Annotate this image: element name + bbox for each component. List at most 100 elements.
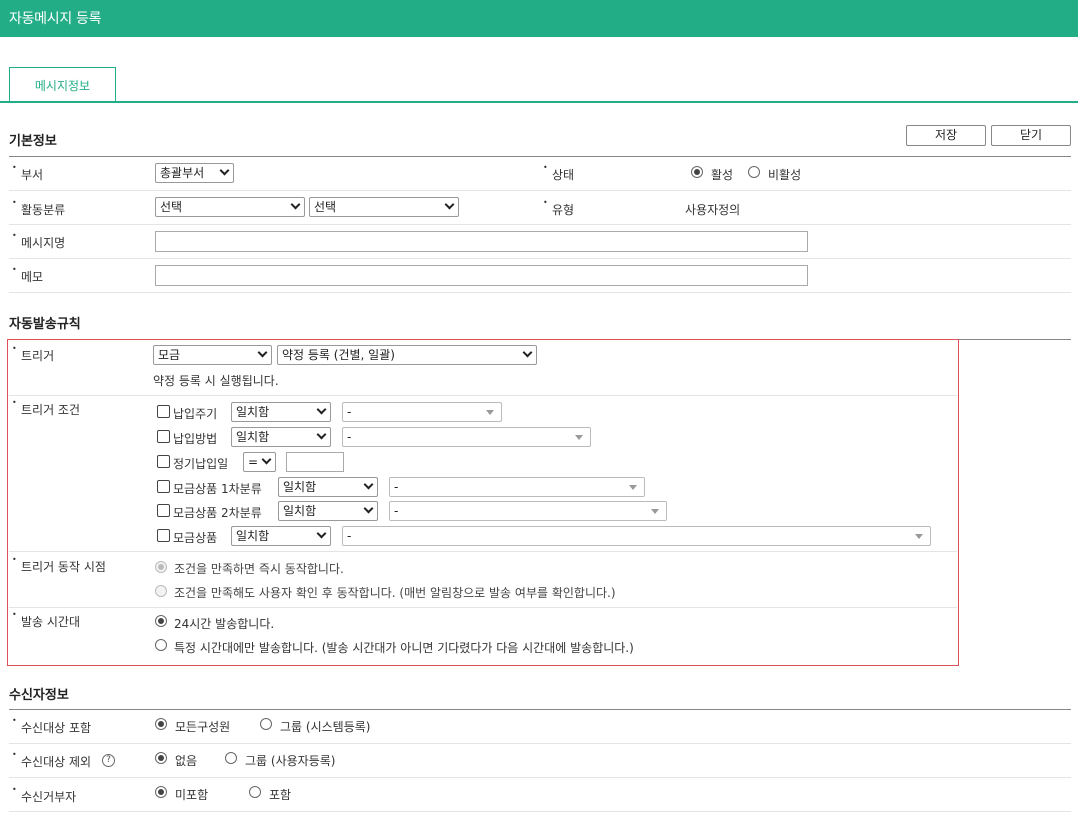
- exclude-label: 수신대상 제외: [12, 750, 91, 770]
- hours-specific-label: 특정 시간대에만 발송합니다. (발송 시간대가 아니면 기다렸다가 다음 시간…: [174, 641, 634, 655]
- section-title-basic: 기본정보: [9, 134, 57, 149]
- chevron-down-icon: [257, 347, 268, 358]
- category-select-1[interactable]: 선택: [155, 197, 305, 217]
- section-title-rules: 자동발송규칙: [9, 317, 81, 332]
- reject-exclude-radio[interactable]: [155, 786, 167, 798]
- window-title-bar: 자동메시지 등록: [0, 0, 1078, 37]
- chevron-down-icon: [522, 347, 533, 358]
- condition-op-select[interactable]: 일치함: [278, 477, 378, 497]
- dept-select[interactable]: 총괄부서: [155, 163, 234, 183]
- condition-label-text: 정기납입일: [173, 457, 229, 471]
- hours-24-radio[interactable]: [155, 615, 167, 627]
- row-divider: [9, 258, 1071, 259]
- trigger-group-select[interactable]: 모금: [153, 345, 272, 365]
- chevron-down-icon: [261, 454, 272, 465]
- reject-label: 수신거부자: [12, 785, 76, 805]
- chevron-down-icon: [444, 199, 455, 210]
- payment-day-input[interactable]: [286, 452, 344, 472]
- condition-op-select[interactable]: 일치함: [231, 427, 331, 447]
- condition-checkbox[interactable]: [157, 405, 170, 418]
- row-divider: [9, 811, 1071, 812]
- triangle-down-icon: [915, 534, 923, 539]
- include-group-radio[interactable]: [260, 718, 272, 730]
- timing-confirm-radio[interactable]: [155, 585, 167, 597]
- type-label: 유형: [543, 198, 574, 218]
- include-all-label: 모든구성원: [175, 720, 231, 734]
- condition-checkbox[interactable]: [157, 504, 170, 517]
- include-all-radio[interactable]: [155, 718, 167, 730]
- row-divider: [9, 607, 957, 608]
- memo-label: 메모: [12, 265, 43, 285]
- condition-checkbox[interactable]: [157, 455, 170, 468]
- triangle-down-icon: [486, 410, 494, 415]
- save-button[interactable]: 저장: [906, 125, 986, 146]
- trigger-event-value: 약정 등록 (건별, 일괄): [282, 348, 395, 362]
- memo-input[interactable]: [155, 265, 808, 286]
- type-value: 사용자정의: [685, 203, 741, 217]
- condition-op-select[interactable]: 일치함: [278, 501, 378, 521]
- tab-message-info[interactable]: 메시지정보: [9, 67, 116, 102]
- status-active-radio[interactable]: [691, 166, 703, 178]
- row-divider: [9, 395, 957, 396]
- name-input[interactable]: [155, 231, 808, 252]
- chevron-down-icon: [316, 429, 327, 440]
- close-button[interactable]: 닫기: [991, 125, 1071, 146]
- row-divider: [9, 190, 1071, 191]
- hours-specific-radio[interactable]: [155, 639, 167, 651]
- row-divider: [9, 224, 1071, 225]
- chevron-down-icon: [316, 528, 327, 539]
- condition-value-text: -: [394, 480, 399, 494]
- exclude-none-label: 없음: [175, 754, 198, 768]
- condition-op-select[interactable]: 일치함: [231, 402, 331, 422]
- trigger-group-value: 모금: [158, 348, 181, 362]
- chevron-down-icon: [363, 479, 374, 490]
- exclude-group-label: 그룹 (사용자등록): [245, 754, 336, 768]
- timing-immediate-label: 조건을 만족하면 즉시 동작합니다.: [174, 562, 344, 576]
- include-group-label: 그룹 (시스템등록): [280, 720, 371, 734]
- exclude-group-radio[interactable]: [225, 752, 237, 764]
- status-inactive-radio[interactable]: [748, 166, 760, 178]
- reject-include-radio[interactable]: [249, 786, 261, 798]
- condition-value-select[interactable]: -: [342, 526, 931, 546]
- condition-op-value: 일치함: [236, 430, 270, 444]
- help-icon[interactable]: ?: [102, 754, 115, 767]
- condition-op-value: 일치함: [236, 529, 270, 543]
- section-divider: [9, 156, 1071, 157]
- condition-label-text: 납입방법: [173, 432, 218, 446]
- timing-immediate-radio[interactable]: [155, 561, 167, 573]
- reject-exclude-label: 미포함: [175, 788, 209, 802]
- status-active-label: 활성: [711, 168, 734, 182]
- trigger-event-select[interactable]: 약정 등록 (건별, 일괄): [277, 345, 537, 365]
- chevron-down-icon: [316, 404, 327, 415]
- condition-op-value: 일치함: [236, 405, 270, 419]
- category-label: 활동분류: [12, 198, 65, 218]
- condition-label: 트리거 조건: [12, 398, 80, 418]
- condition-op-select[interactable]: 일치함: [231, 526, 331, 546]
- condition-value-select[interactable]: -: [342, 402, 502, 422]
- status-inactive-label: 비활성: [768, 168, 802, 182]
- condition-checkbox[interactable]: [157, 480, 170, 493]
- condition-value-select[interactable]: -: [389, 477, 645, 497]
- condition-value-select[interactable]: -: [342, 427, 591, 447]
- status-label: 상태: [543, 163, 574, 183]
- condition-checkbox[interactable]: [157, 430, 170, 443]
- category-select-2[interactable]: 선택: [309, 197, 459, 217]
- dept-select-value: 총괄부서: [160, 166, 205, 180]
- row-divider: [9, 743, 1071, 744]
- trigger-label: 트리거: [12, 344, 54, 364]
- row-divider: [9, 292, 1071, 293]
- condition-op-value: 일치함: [283, 504, 317, 518]
- condition-value-select[interactable]: -: [389, 501, 667, 521]
- exclude-none-radio[interactable]: [155, 752, 167, 764]
- triangle-down-icon: [575, 435, 583, 440]
- window-title: 자동메시지 등록: [9, 11, 102, 27]
- condition-op-select[interactable]: =: [243, 452, 276, 472]
- section-title-recipients: 수신자정보: [9, 688, 69, 703]
- condition-op-value: 일치함: [283, 480, 317, 494]
- triangle-down-icon: [629, 485, 637, 490]
- condition-checkbox[interactable]: [157, 529, 170, 542]
- row-divider: [9, 777, 1071, 778]
- row-divider: [9, 551, 957, 552]
- condition-op-value: =: [248, 455, 259, 469]
- condition-label-text: 모금상품: [173, 531, 218, 545]
